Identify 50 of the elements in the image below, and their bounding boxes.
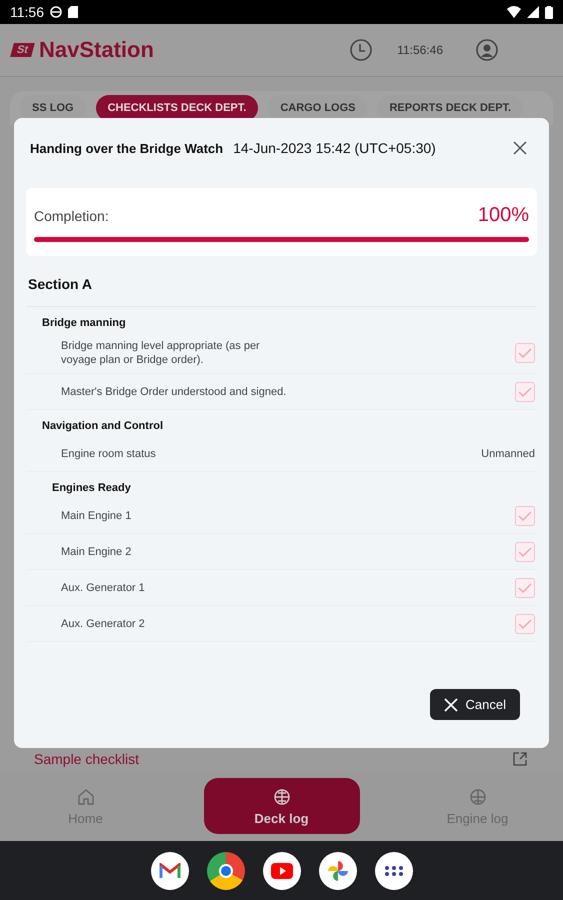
- checkbox[interactable]: [515, 542, 535, 562]
- close-button[interactable]: [511, 139, 529, 157]
- signal-icon: [527, 6, 539, 18]
- status-time: 11:56: [10, 4, 44, 20]
- checklist-item-label: Aux. Generator 2: [61, 616, 146, 630]
- section-heading: Section A: [26, 256, 537, 307]
- clock-time: 11:56:46: [397, 43, 443, 57]
- checkmark-icon: [518, 582, 532, 592]
- group-heading: Navigation and Control: [41, 419, 164, 434]
- cancel-button[interactable]: Cancel: [430, 689, 520, 720]
- logo-mark: St: [10, 43, 35, 57]
- group-heading: Engines Ready: [51, 481, 132, 496]
- completion-percent: 100%: [478, 204, 529, 227]
- app-drawer-icon[interactable]: [374, 852, 412, 890]
- checklist-item-label: Aux. Generator 1: [61, 580, 146, 594]
- close-icon: [444, 698, 458, 712]
- checklist-item-label: Master's Bridge Order understood and signed.: [61, 384, 288, 398]
- home-icon: [76, 786, 96, 806]
- account-icon[interactable]: [475, 38, 499, 62]
- checkbox[interactable]: [515, 614, 535, 634]
- browser-app-icon[interactable]: [206, 852, 244, 890]
- clock-icon[interactable]: [349, 38, 374, 62]
- completion-label: Completion:: [34, 208, 109, 224]
- checkmark-icon: [518, 348, 532, 358]
- app-title: NavStation: [39, 37, 154, 63]
- checklist-item-label: Engine room status: [61, 446, 157, 460]
- checkbox[interactable]: [515, 506, 535, 526]
- checklist-link[interactable]: Sample checklist: [34, 751, 140, 767]
- dialog-timestamp: 14-Jun-2023 15:42 (UTC+05:30): [233, 140, 436, 156]
- checkmark-icon: [518, 386, 532, 396]
- wifi-icon: [507, 6, 521, 18]
- mail-app-icon[interactable]: [150, 852, 188, 890]
- nav-item[interactable]: Deck log: [204, 778, 360, 834]
- sd-card-icon: [68, 6, 78, 18]
- checklist-item-label: Main Engine 2: [61, 544, 132, 558]
- open-external-icon[interactable]: [513, 752, 527, 766]
- checkbox[interactable]: [515, 578, 535, 598]
- battery-icon: [545, 6, 553, 18]
- checklist-item-label: Main Engine 1: [61, 508, 132, 522]
- checkmark-icon: [518, 546, 532, 556]
- checkmark-icon: [518, 510, 532, 520]
- dialog-title: Handing over the Bridge Watch: [30, 140, 224, 156]
- checkmark-icon: [518, 618, 532, 628]
- video-app-icon[interactable]: [262, 852, 300, 890]
- photos-app-icon[interactable]: [318, 852, 356, 890]
- group-heading: Bridge manning: [41, 316, 127, 331]
- item-value: Unmanned: [481, 448, 535, 460]
- checkbox[interactable]: [515, 343, 535, 363]
- checkbox[interactable]: [515, 382, 535, 402]
- checklist-item-label: Bridge manning level appropriate (as per voyage plan or Bridge order).: [61, 339, 261, 367]
